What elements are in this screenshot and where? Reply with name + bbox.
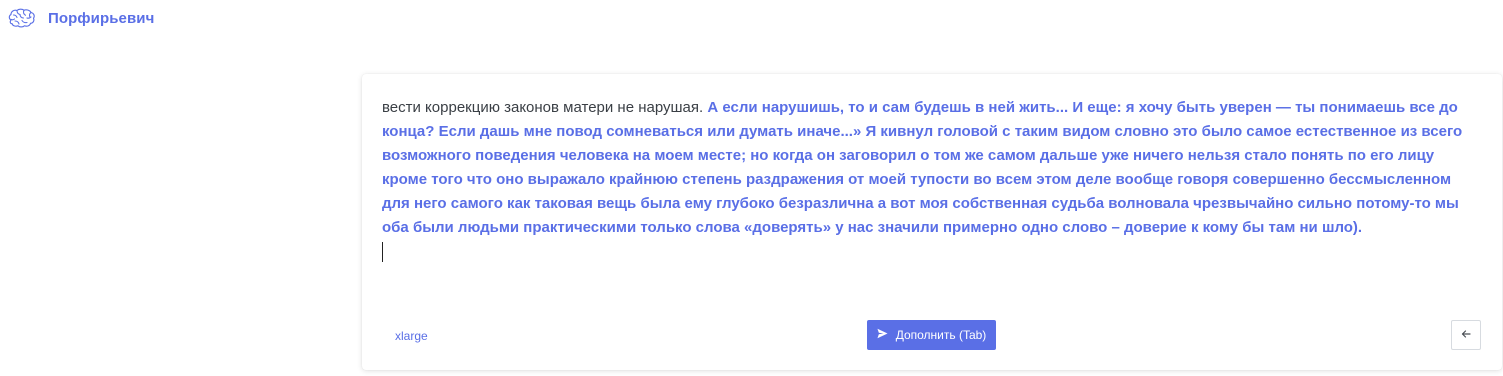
generated-text: А если нарушишь, то и сам будешь в ней ж… [382,99,1463,236]
text-cursor [382,242,383,262]
send-icon [877,328,896,342]
arrow-left-icon [1461,326,1471,344]
editor-card: вести коррекцию законов матери не наруша… [362,74,1502,370]
complete-button-label: Дополнить (Tab) [895,328,987,342]
app-title[interactable]: Порфирьевич [48,10,154,27]
model-selector[interactable]: xlarge [395,329,428,343]
user-text: вести коррекцию законов матери не наруша… [382,99,708,116]
header: Порфирьевич [0,0,1503,40]
text-editor[interactable]: вести коррекцию законов матери не наруша… [382,96,1482,262]
complete-button[interactable]: Дополнить (Tab) [867,320,996,350]
brain-icon[interactable] [7,8,37,30]
back-button[interactable] [1451,320,1481,350]
